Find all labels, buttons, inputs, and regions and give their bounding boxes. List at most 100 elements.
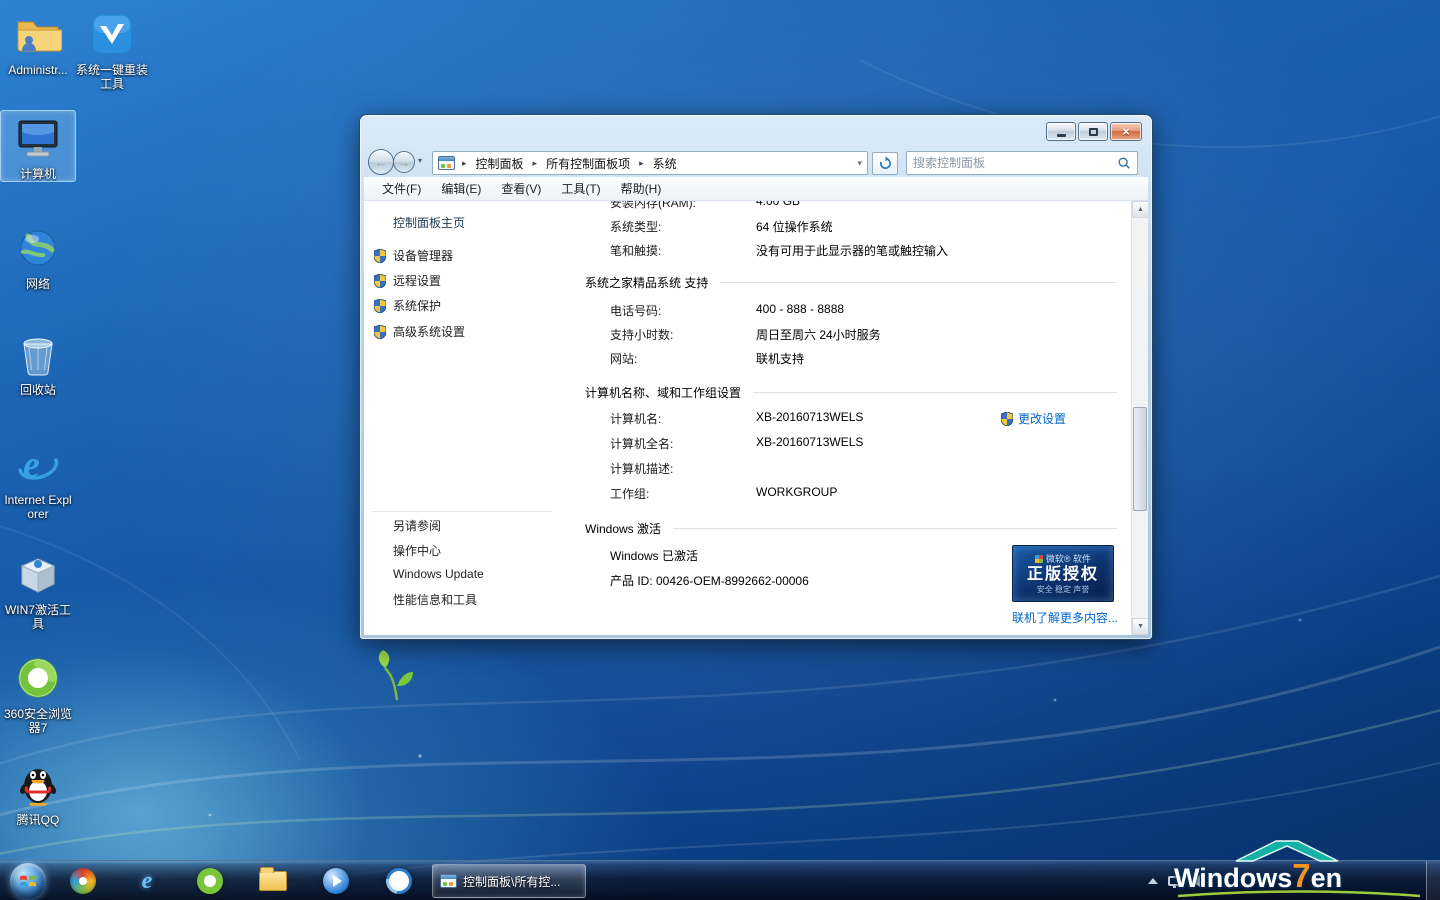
uac-shield-icon xyxy=(374,299,386,313)
wallpaper-sprout xyxy=(375,646,419,702)
360-ring-icon xyxy=(197,868,223,894)
computer-description-row: 计算机描述: xyxy=(564,460,1131,478)
taskbar-icon-explorer[interactable] xyxy=(246,861,300,900)
control-panel-icon xyxy=(440,874,457,888)
sidebar-item-remote-settings[interactable]: 远程设置 xyxy=(374,272,441,289)
workgroup-row: 工作组: WORKGROUP xyxy=(564,485,1131,503)
taskbar-icon-360-browser[interactable] xyxy=(183,861,237,900)
icon-label: 系统一键重装工具 xyxy=(75,63,149,91)
sidebar-item-windows-update[interactable]: Windows Update xyxy=(393,567,484,581)
icon-label: Administr... xyxy=(1,63,75,77)
taskbar-active-task[interactable]: 控制面板\所有控... xyxy=(432,864,586,898)
qq-penguin-icon xyxy=(14,760,62,808)
desktop-icon-recycle-bin[interactable]: 回收站 xyxy=(0,326,76,398)
icon-label: 回收站 xyxy=(1,383,75,397)
maximize-button[interactable] xyxy=(1078,122,1108,141)
sidebar-item-control-panel-home[interactable]: 控制面板主页 xyxy=(393,214,465,231)
taskbar-icon-internet-explorer[interactable]: e xyxy=(120,861,174,900)
desktop-icon-qq[interactable]: 腾讯QQ xyxy=(0,756,76,828)
see-also-heading: 另请参阅 xyxy=(393,517,441,534)
minimize-button[interactable] xyxy=(1046,122,1076,141)
desktop-icon-network[interactable]: 网络 xyxy=(0,220,76,292)
taskbar-icon-browser[interactable] xyxy=(372,861,426,900)
taskbar-icon-media[interactable] xyxy=(56,861,110,900)
window-client-area: 文件(F) 编辑(E) 查看(V) 工具(T) 帮助(H) 控制面板主页 设备管… xyxy=(364,177,1148,635)
close-icon: × xyxy=(1122,125,1130,138)
volume-icon[interactable] xyxy=(1191,875,1200,887)
desktop-icon-administrator[interactable]: Administr... xyxy=(0,6,76,78)
change-settings[interactable]: 更改设置 xyxy=(1001,410,1066,427)
address-bar[interactable]: ▸ 控制面板 ▸ 所有控制面板项 ▸ 系统 ▾ xyxy=(432,151,868,175)
breadcrumb-separator: ▸ xyxy=(633,158,650,169)
scroll-down-button[interactable]: ▼ xyxy=(1132,618,1148,635)
refresh-icon xyxy=(878,156,893,171)
menu-tools[interactable]: 工具(T) xyxy=(551,177,610,200)
menu-view[interactable]: 查看(V) xyxy=(491,177,551,200)
taskbar-icon-media-player[interactable] xyxy=(309,861,363,900)
scroll-up-button[interactable]: ▲ xyxy=(1132,201,1148,218)
sidebar-item-performance-tools[interactable]: 性能信息和工具 xyxy=(393,591,477,608)
active-task-label: 控制面板\所有控... xyxy=(463,873,578,890)
desktop-icon-reinstall-tool[interactable]: 系统一键重装工具 xyxy=(74,6,150,92)
refresh-button[interactable] xyxy=(872,152,898,175)
icon-label: 腾讯QQ xyxy=(1,813,75,827)
show-desktop-button[interactable] xyxy=(1426,861,1440,900)
change-settings-link[interactable]: 更改设置 xyxy=(1018,410,1066,427)
uac-shield-icon xyxy=(374,325,386,339)
address-dropdown-icon[interactable]: ▾ xyxy=(857,158,862,169)
360-browser-icon xyxy=(14,654,62,702)
menu-edit[interactable]: 编辑(E) xyxy=(431,177,491,200)
network-icon[interactable] xyxy=(1168,876,1181,886)
online-support-link[interactable]: 联机支持 xyxy=(756,350,804,367)
forward-button[interactable]: → xyxy=(393,151,415,173)
uac-shield-icon xyxy=(374,249,386,263)
desktop-icon-360-browser[interactable]: 360安全浏览器7 xyxy=(0,650,76,736)
sidebar: 控制面板主页 设备管理器 远程设置 系统保护 xyxy=(364,201,564,635)
close-button[interactable]: × xyxy=(1110,122,1142,141)
activator-box-icon xyxy=(14,550,62,598)
breadcrumb-separator: ▸ xyxy=(456,158,473,169)
sidebar-item-system-protection[interactable]: 系统保护 xyxy=(374,297,441,314)
back-button[interactable]: ← xyxy=(368,149,394,175)
menu-help[interactable]: 帮助(H) xyxy=(611,177,672,200)
system-info-panel: 安装内存(RAM): 4.00 GB 系统类型: 64 位操作系统 笔和触摸: … xyxy=(564,201,1131,635)
desktop-icon-internet-explorer[interactable]: e Internet Explorer xyxy=(0,436,76,522)
recycle-bin-icon xyxy=(14,330,62,378)
computer-fullname-row: 计算机全名: XB-20160713WELS xyxy=(564,435,1131,453)
search-icon[interactable] xyxy=(1117,156,1131,170)
windows-activation-section-title: Windows 激活 xyxy=(585,520,1117,537)
desktop-icon-computer[interactable]: 计算机 xyxy=(0,110,76,182)
website-row: 网站: 联机支持 xyxy=(564,350,1131,368)
menu-file[interactable]: 文件(F) xyxy=(372,177,431,200)
reinstall-tool-icon xyxy=(88,10,136,58)
sidebar-item-action-center[interactable]: 操作中心 xyxy=(393,542,441,559)
tray-overflow-icon[interactable] xyxy=(1148,878,1158,884)
desktop-icon-win7-activator[interactable]: WIN7激活工具 xyxy=(0,546,76,632)
breadcrumb-system[interactable]: 系统 xyxy=(651,154,679,173)
breadcrumb-control-panel[interactable]: 控制面板 xyxy=(474,154,526,173)
system-control-panel-window: × ← → ▾ ▸ 控制面板 ▸ 所有控制面板项 ▸ 系统 ▾ xyxy=(360,115,1152,639)
genuine-software-badge: 微软® 软件 正版授权 安全 稳定 声誉 xyxy=(1012,545,1114,602)
computer-name-section-title: 计算机名称、域和工作组设置 xyxy=(585,384,1117,401)
minimize-icon xyxy=(1057,134,1066,137)
menu-bar: 文件(F) 编辑(E) 查看(V) 工具(T) 帮助(H) xyxy=(364,177,1148,201)
sidebar-item-device-manager[interactable]: 设备管理器 xyxy=(374,247,453,264)
see-also-separator xyxy=(372,511,552,512)
svg-text:e: e xyxy=(23,444,40,486)
learn-more-online-link[interactable]: 联机了解更多内容... xyxy=(1012,609,1118,626)
recent-pages-dropdown[interactable]: ▾ xyxy=(418,156,422,165)
icon-label: Internet Explorer xyxy=(1,493,75,521)
sidebar-item-advanced-settings[interactable]: 高级系统设置 xyxy=(374,323,465,340)
search-box xyxy=(906,151,1138,175)
start-button[interactable] xyxy=(10,863,46,899)
scrollbar-thumb[interactable] xyxy=(1133,407,1147,511)
system-tray xyxy=(1148,861,1200,900)
support-section-title: 系统之家精品系统 支持 xyxy=(585,274,1117,291)
search-input[interactable] xyxy=(913,156,1117,170)
pen-touch-row: 笔和触摸: 没有可用于此显示器的笔或触控输入 xyxy=(564,242,1131,260)
breadcrumb-all-items[interactable]: 所有控制面板项 xyxy=(544,154,632,173)
computer-icon xyxy=(14,114,62,162)
installed-memory-row: 安装内存(RAM): 4.00 GB xyxy=(564,201,1131,212)
internet-explorer-icon: e xyxy=(142,868,153,895)
vertical-scrollbar[interactable]: ▲ ▼ xyxy=(1131,201,1148,635)
